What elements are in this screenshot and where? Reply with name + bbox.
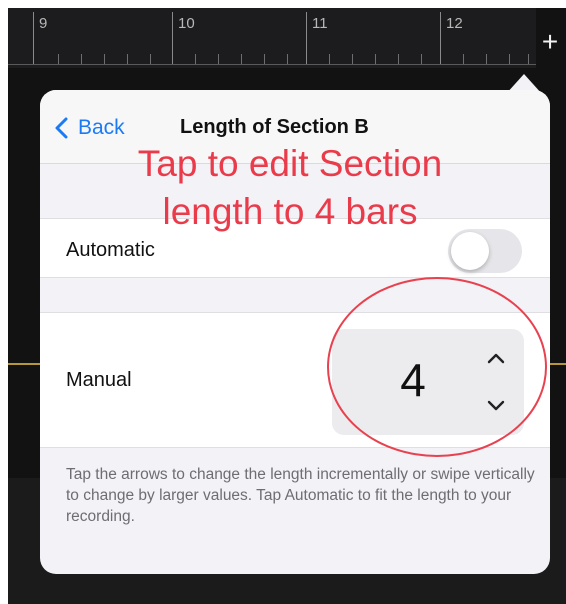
- ruler-beat-tick: [398, 54, 399, 64]
- ruler-bar-number: 10: [178, 15, 195, 32]
- back-button[interactable]: Back: [54, 114, 125, 142]
- ruler-beat-tick: [352, 54, 353, 64]
- ruler-bar-tick: [172, 12, 173, 64]
- ruler-beat-tick: [375, 54, 376, 64]
- ruler-baseline: [8, 64, 536, 65]
- ruler-beat-tick: [127, 54, 128, 64]
- ruler-bar-number: 12: [446, 15, 463, 32]
- add-section-button[interactable]: +: [538, 28, 562, 56]
- ruler-beat-tick: [486, 54, 487, 64]
- ruler-bar-number: 11: [312, 15, 328, 32]
- popover-title: Length of Section B: [180, 116, 369, 138]
- ruler-beat-tick: [264, 54, 265, 64]
- tutorial-annotation: Tap to edit Section length to 4 bars: [40, 140, 540, 236]
- ruler-beat-tick: [509, 54, 510, 64]
- ruler-bar-number: 9: [39, 15, 48, 32]
- timeline-ruler[interactable]: 9 10 11 12: [8, 8, 536, 68]
- plus-icon: +: [541, 26, 559, 57]
- manual-label: Manual: [66, 369, 132, 391]
- ruler-beat-tick: [104, 54, 105, 64]
- automatic-label: Automatic: [66, 239, 155, 261]
- chevron-left-icon: [55, 117, 68, 139]
- ruler-beat-tick: [463, 54, 464, 64]
- ruler-bar-tick: [33, 12, 34, 64]
- ruler-beat-tick: [329, 54, 330, 64]
- highlight-circle: [327, 277, 547, 457]
- back-label: Back: [78, 116, 125, 139]
- help-text: Tap the arrows to change the length incr…: [66, 466, 535, 525]
- annotation-line-1: Tap to edit Section: [137, 143, 443, 184]
- ruler-bar-tick: [440, 12, 441, 64]
- ruler-beat-tick: [528, 54, 529, 64]
- ruler-beat-tick: [81, 54, 82, 64]
- annotation-line-2: length to 4 bars: [162, 191, 418, 232]
- ruler-beat-tick: [58, 54, 59, 64]
- ruler-beat-tick: [218, 54, 219, 64]
- ruler-beat-tick: [241, 54, 242, 64]
- ruler-bar-tick: [306, 12, 307, 64]
- ruler-beat-tick: [287, 54, 288, 64]
- ruler-beat-tick: [421, 54, 422, 64]
- ruler-beat-tick: [195, 54, 196, 64]
- toggle-knob: [451, 232, 489, 270]
- ruler-beat-tick: [150, 54, 151, 64]
